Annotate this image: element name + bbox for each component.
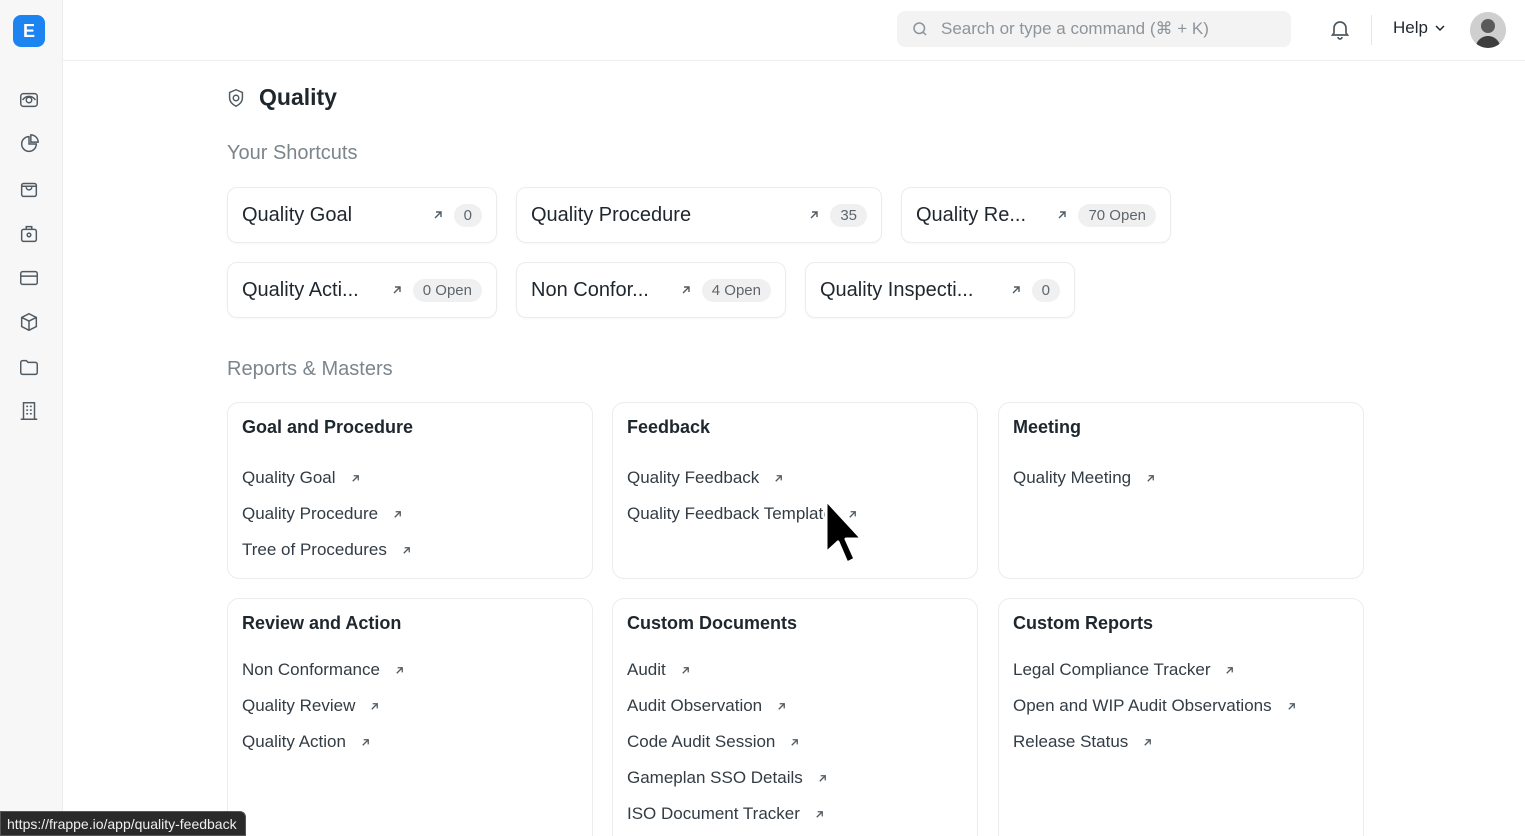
card-title: Review and Action [242, 613, 402, 633]
arrow-up-right-icon [778, 702, 786, 710]
count-badge: 35 [830, 203, 867, 227]
shortcuts-heading: Your Shortcuts [227, 142, 358, 164]
pie-chart-icon[interactable] [16, 131, 42, 157]
sidebar: E [0, 0, 63, 836]
shortcut-label: Quality Re... [916, 203, 1027, 226]
arrow-up-right-icon [816, 810, 823, 818]
card-link[interactable]: Open and WIP Audit Observations [1013, 688, 1349, 724]
card-link[interactable]: Quality Meeting [1013, 460, 1349, 496]
card-goal-and-procedure: Goal and Procedure Quality Goal Quality … [227, 402, 593, 579]
bell-icon[interactable] [1328, 17, 1352, 41]
card-title: Custom Documents [627, 613, 798, 633]
reports-heading: Reports & Masters [227, 358, 393, 380]
arrow-up-right-icon [775, 474, 783, 482]
count-badge: 0 [1031, 278, 1060, 302]
card-link[interactable]: Code Audit Session [627, 724, 963, 760]
arrow-up-right-icon [1287, 702, 1295, 710]
card-link[interactable]: Quality Action [242, 724, 578, 760]
card-title: Feedback [627, 417, 711, 437]
count-badge: 0 Open [412, 278, 482, 302]
card-title: Goal and Procedure [242, 417, 414, 437]
count-badge: 0 [453, 203, 482, 227]
card-link[interactable]: Gameplan SSO Details [627, 760, 963, 796]
arrow-up-right-icon [403, 546, 410, 554]
card-link[interactable]: Quality Procedure [242, 496, 578, 532]
card-link[interactable]: Audit [627, 652, 963, 688]
card-link[interactable]: Quality Review [242, 688, 578, 724]
divider [1371, 15, 1372, 45]
search-input[interactable] [941, 19, 1271, 39]
status-url: https://frappe.io/app/quality-feedback [0, 811, 246, 836]
search-bar[interactable] [897, 11, 1291, 47]
shortcut-quality-review[interactable]: Quality Re... 70 Open [901, 187, 1171, 243]
count-badge: 4 Open [701, 278, 771, 302]
card-link[interactable]: Audit Observation [627, 688, 963, 724]
shortcut-label: Quality Goal [242, 203, 353, 226]
search-icon [913, 22, 927, 36]
chevron-down-icon [1435, 25, 1445, 32]
card-link[interactable]: Quality Feedback Template [627, 496, 963, 532]
package-icon[interactable] [16, 309, 42, 335]
briefcase-icon[interactable] [16, 221, 42, 247]
shield-icon [228, 88, 244, 107]
count-badge: 70 Open [1078, 203, 1156, 227]
building-icon[interactable] [16, 398, 42, 424]
shortcut-quality-inspection[interactable]: Quality Inspecti... 0 [805, 262, 1075, 318]
shopping-bag-icon[interactable] [16, 176, 42, 202]
eye-icon[interactable] [16, 87, 42, 113]
help-menu[interactable]: Help [1393, 18, 1446, 38]
arrow-up-right-icon [396, 666, 403, 674]
arrow-up-right-icon [1058, 211, 1067, 219]
arrow-up-right-icon [682, 666, 689, 674]
credit-card-icon[interactable] [16, 265, 42, 291]
help-label: Help [1393, 18, 1428, 37]
arrow-up-right-icon [682, 286, 690, 294]
shortcut-label: Quality Acti... [242, 278, 359, 301]
card-review-and-action: Review and Action Non Conformance Qualit… [227, 598, 593, 836]
shortcut-label: Non Confor... [531, 278, 649, 301]
arrow-up-right-icon [791, 738, 799, 746]
shortcut-non-conformance[interactable]: Non Confor... 4 Open [516, 262, 786, 318]
card-link[interactable]: Quality Goal [242, 460, 578, 496]
arrow-up-right-icon [371, 702, 379, 710]
avatar[interactable] [1470, 12, 1506, 48]
card-title: Meeting [1013, 417, 1082, 437]
page-title: Quality [259, 84, 337, 110]
arrow-up-right-icon [810, 211, 819, 219]
arrow-up-right-icon [351, 474, 359, 482]
shortcut-quality-goal[interactable]: Quality Goal 0 [227, 187, 497, 243]
card-title: Custom Reports [1013, 613, 1154, 633]
arrow-up-right-icon [362, 738, 369, 746]
card-link[interactable]: Release Status [1013, 724, 1349, 760]
card-custom-documents: Custom Documents Audit Audit Observation… [612, 598, 978, 836]
card-feedback: Feedback Quality Feedback Quality Feedba… [612, 402, 978, 579]
folder-icon[interactable] [16, 354, 42, 380]
arrow-up-right-icon [393, 286, 401, 294]
arrow-up-right-icon [394, 510, 401, 518]
card-link[interactable]: Non Conformance [242, 652, 578, 688]
arrow-up-right-icon [819, 774, 826, 782]
card-link[interactable]: Legal Compliance Tracker [1013, 652, 1349, 688]
arrow-up-right-icon [1144, 738, 1152, 746]
arrow-up-right-icon [434, 211, 442, 219]
shortcut-quality-procedure[interactable]: Quality Procedure 35 [516, 187, 882, 243]
top-bar: Help [63, 0, 1525, 61]
arrow-up-right-icon [1147, 474, 1155, 482]
card-meeting: Meeting Quality Meeting [998, 402, 1364, 579]
app-logo[interactable]: E [13, 15, 45, 47]
card-link[interactable]: ISO Document Tracker [627, 796, 963, 832]
card-link[interactable]: Quality Feedback [627, 460, 963, 496]
card-custom-reports: Custom Reports Legal Compliance Tracker … [998, 598, 1364, 836]
shortcut-label: Quality Inspecti... [820, 278, 974, 301]
arrow-up-right-icon [1012, 286, 1020, 294]
mouse-cursor-icon [824, 498, 864, 565]
shortcut-quality-action[interactable]: Quality Acti... 0 Open [227, 262, 497, 318]
card-link[interactable]: Tree of Procedures [242, 532, 578, 568]
shortcut-label: Quality Procedure [531, 203, 692, 226]
arrow-up-right-icon [1226, 666, 1234, 674]
page-header: Quality [225, 84, 337, 111]
